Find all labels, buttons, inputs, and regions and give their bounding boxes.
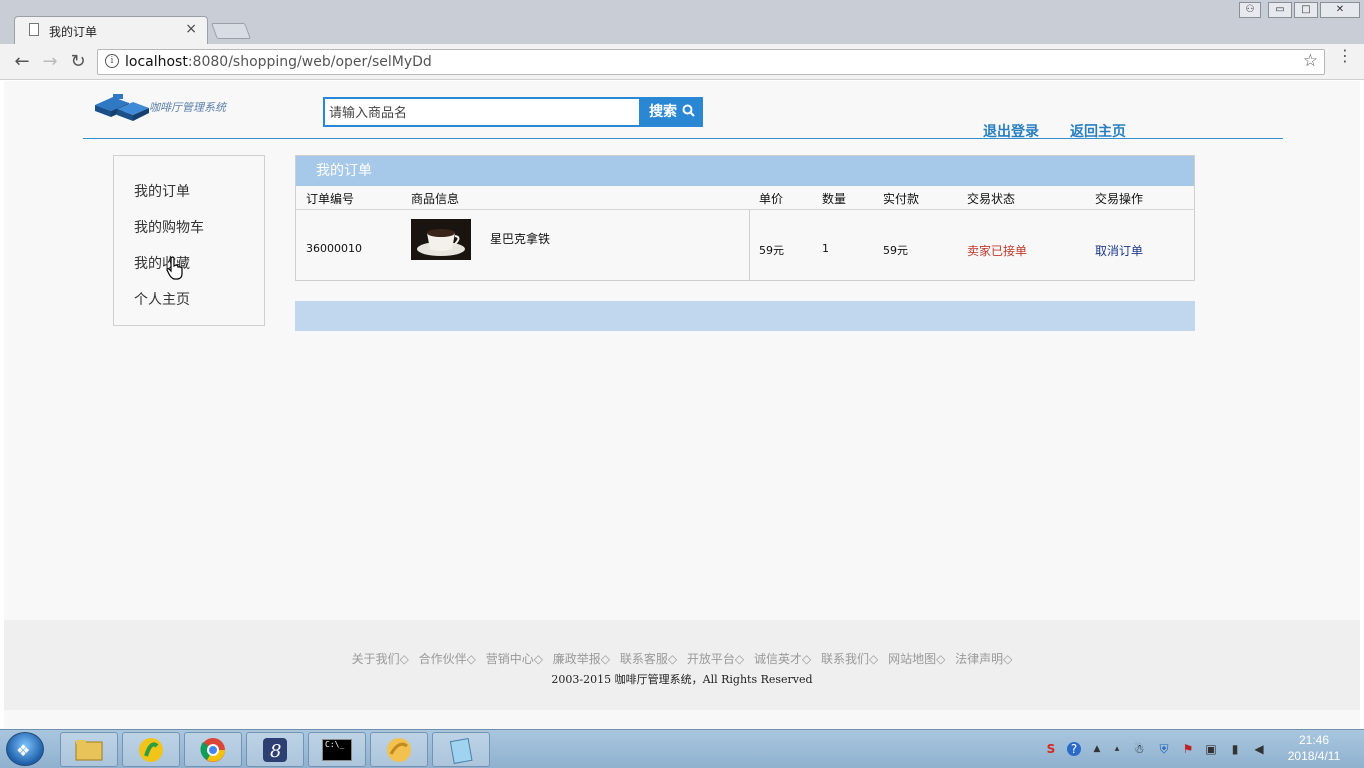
tab-close-icon[interactable]: ×	[185, 21, 197, 37]
orders-panel: 我的订单 订单编号 商品信息 单价 数量 实付款 交易状态 交易操作 36000…	[295, 155, 1195, 281]
home-link[interactable]: 返回主页	[1070, 121, 1126, 141]
quantity: 1	[822, 242, 829, 255]
paid-amount: 59元	[883, 244, 908, 257]
start-button[interactable]: ❖	[6, 732, 44, 766]
search-icon	[682, 104, 695, 117]
qq-music-icon[interactable]	[122, 732, 180, 767]
eclipse-icon[interactable]: 8	[246, 732, 304, 767]
page-icon	[29, 23, 39, 36]
order-status: 卖家已接单	[967, 244, 1028, 258]
column-header-status: 交易状态	[967, 192, 1016, 206]
browser-tab[interactable]: 我的订单 ×	[14, 16, 208, 44]
close-window-button[interactable]: ✕	[1320, 2, 1360, 18]
site-footer: 关于我们◇ 合作伙伴◇ 营销中心◇ 廉政举报◇ 联系客服◇ 开放平台◇ 诚信英才…	[4, 620, 1360, 710]
order-number: 36000010	[306, 242, 362, 255]
sidebar-menu: 我的订单 我的购物车 我的收藏 个人主页	[113, 155, 265, 326]
system-clock[interactable]: 21:46 2018/4/11	[1282, 732, 1346, 764]
volume-icon[interactable]: ◀	[1252, 742, 1266, 756]
column-header-order-no: 订单编号	[306, 192, 355, 206]
sogou-input-icon[interactable]: S	[1044, 742, 1058, 756]
help-icon[interactable]: ?	[1067, 742, 1081, 756]
pagination-bar	[295, 301, 1195, 331]
column-header-quantity: 数量	[822, 192, 847, 206]
minimize-button[interactable]: ▭	[1268, 2, 1292, 18]
footer-link-careers[interactable]: 诚信英才◇	[754, 652, 811, 666]
footer-link-about[interactable]: 关于我们◇	[352, 652, 409, 666]
tab-title: 我的订单	[49, 25, 98, 39]
site-header: 咖啡厅管理系统 搜索 退出登录 返回主页	[83, 81, 1283, 141]
cmd-icon[interactable]: C:\_	[308, 732, 366, 767]
unit-price: 59元	[759, 244, 784, 257]
show-hidden-icons[interactable]: ▴	[1110, 742, 1124, 756]
column-header-product: 商品信息	[411, 192, 460, 206]
network-icon[interactable]: ▮	[1228, 742, 1242, 756]
column-divider	[749, 210, 750, 280]
column-header-price: 单价	[759, 192, 784, 206]
column-header-action: 交易操作	[1095, 192, 1144, 206]
new-tab-button[interactable]	[211, 23, 251, 39]
column-header-paid: 实付款	[883, 192, 920, 206]
search-button[interactable]: 搜索	[641, 97, 703, 127]
logo-text: 咖啡厅管理系统	[149, 101, 226, 114]
app-icon[interactable]	[370, 732, 428, 767]
clock-date: 2018/4/11	[1287, 749, 1341, 763]
footer-link-legal[interactable]: 法律声明◇	[955, 652, 1012, 666]
coffee-cup-image	[411, 219, 471, 260]
windows-taskbar: ❖ 8 C:\_ S ? ▲ ▴ ☃ ⛨ ⚑ ▣ ▮ ◀ 21:46 2018/…	[0, 729, 1364, 768]
product-name[interactable]: 星巴克拿铁	[490, 230, 550, 247]
info-icon[interactable]: i	[105, 54, 119, 68]
clock-time: 21:46	[1298, 733, 1330, 747]
chrome-icon[interactable]	[184, 732, 242, 767]
orders-panel-title: 我的订单	[296, 156, 1194, 186]
device-icon[interactable]: ▣	[1204, 742, 1218, 756]
footer-link-sitemap[interactable]: 网站地图◇	[888, 652, 945, 666]
browser-navbar: ← → ↻ i localhost:8080/shopping/web/oper…	[0, 44, 1364, 80]
flag-icon[interactable]: ⚑	[1181, 742, 1195, 756]
header-divider	[296, 209, 1194, 210]
browser-titlebar: 我的订单 × ⚇ ▭ □ ✕	[0, 0, 1364, 44]
address-bar[interactable]: i localhost:8080/shopping/web/oper/selMy…	[97, 49, 1325, 75]
cmd-label: C:\_	[322, 739, 352, 761]
tray-expand-icon[interactable]: ▲	[1090, 742, 1104, 756]
logout-link[interactable]: 退出登录	[983, 121, 1039, 141]
hand-cursor-icon	[166, 256, 183, 280]
page-content: 咖啡厅管理系统 搜索 退出登录 返回主页 我的订单 我的购物车 我的收藏 个人主…	[4, 81, 1360, 729]
footer-link-contact[interactable]: 联系我们◇	[821, 652, 878, 666]
cancel-order-link[interactable]: 取消订单	[1095, 242, 1143, 259]
bookmark-star-icon[interactable]: ☆	[1303, 51, 1318, 71]
file-explorer-icon[interactable]	[60, 732, 118, 767]
search-button-label: 搜索	[649, 104, 678, 120]
user-icon[interactable]: ⚇	[1239, 2, 1261, 18]
back-icon[interactable]: ←	[10, 50, 34, 74]
footer-link-partners[interactable]: 合作伙伴◇	[419, 652, 476, 666]
footer-links: 关于我们◇ 合作伙伴◇ 营销中心◇ 廉政举报◇ 联系客服◇ 开放平台◇ 诚信英才…	[4, 650, 1360, 667]
sidebar-item-cart[interactable]: 我的购物车	[134, 217, 204, 237]
security-shield-icon[interactable]: ⛨	[1157, 742, 1171, 756]
sidebar-item-orders[interactable]: 我的订单	[134, 181, 190, 201]
windows-logo-icon: ❖	[16, 741, 31, 760]
copyright-text: 2003-2015 咖啡厅管理系统，All Rights Reserved	[551, 673, 813, 686]
forward-icon[interactable]: →	[38, 50, 62, 74]
url-text: localhost:8080/shopping/web/oper/selMyDd	[125, 54, 432, 70]
svg-text:8: 8	[270, 741, 281, 762]
maximize-button[interactable]: □	[1294, 2, 1318, 18]
browser-menu-icon[interactable]: ⋮	[1337, 48, 1353, 64]
qq-icon[interactable]: ☃	[1132, 742, 1146, 756]
sidebar-item-profile[interactable]: 个人主页	[134, 289, 190, 309]
logo-icon	[95, 94, 149, 121]
footer-link-marketing[interactable]: 营销中心◇	[486, 652, 543, 666]
footer-link-support[interactable]: 联系客服◇	[620, 652, 677, 666]
reload-icon[interactable]: ↻	[66, 50, 90, 74]
footer-link-report[interactable]: 廉政举报◇	[553, 652, 610, 666]
footer-link-platform[interactable]: 开放平台◇	[687, 652, 744, 666]
search-input[interactable]	[323, 97, 641, 127]
notepad-icon[interactable]	[432, 732, 490, 767]
